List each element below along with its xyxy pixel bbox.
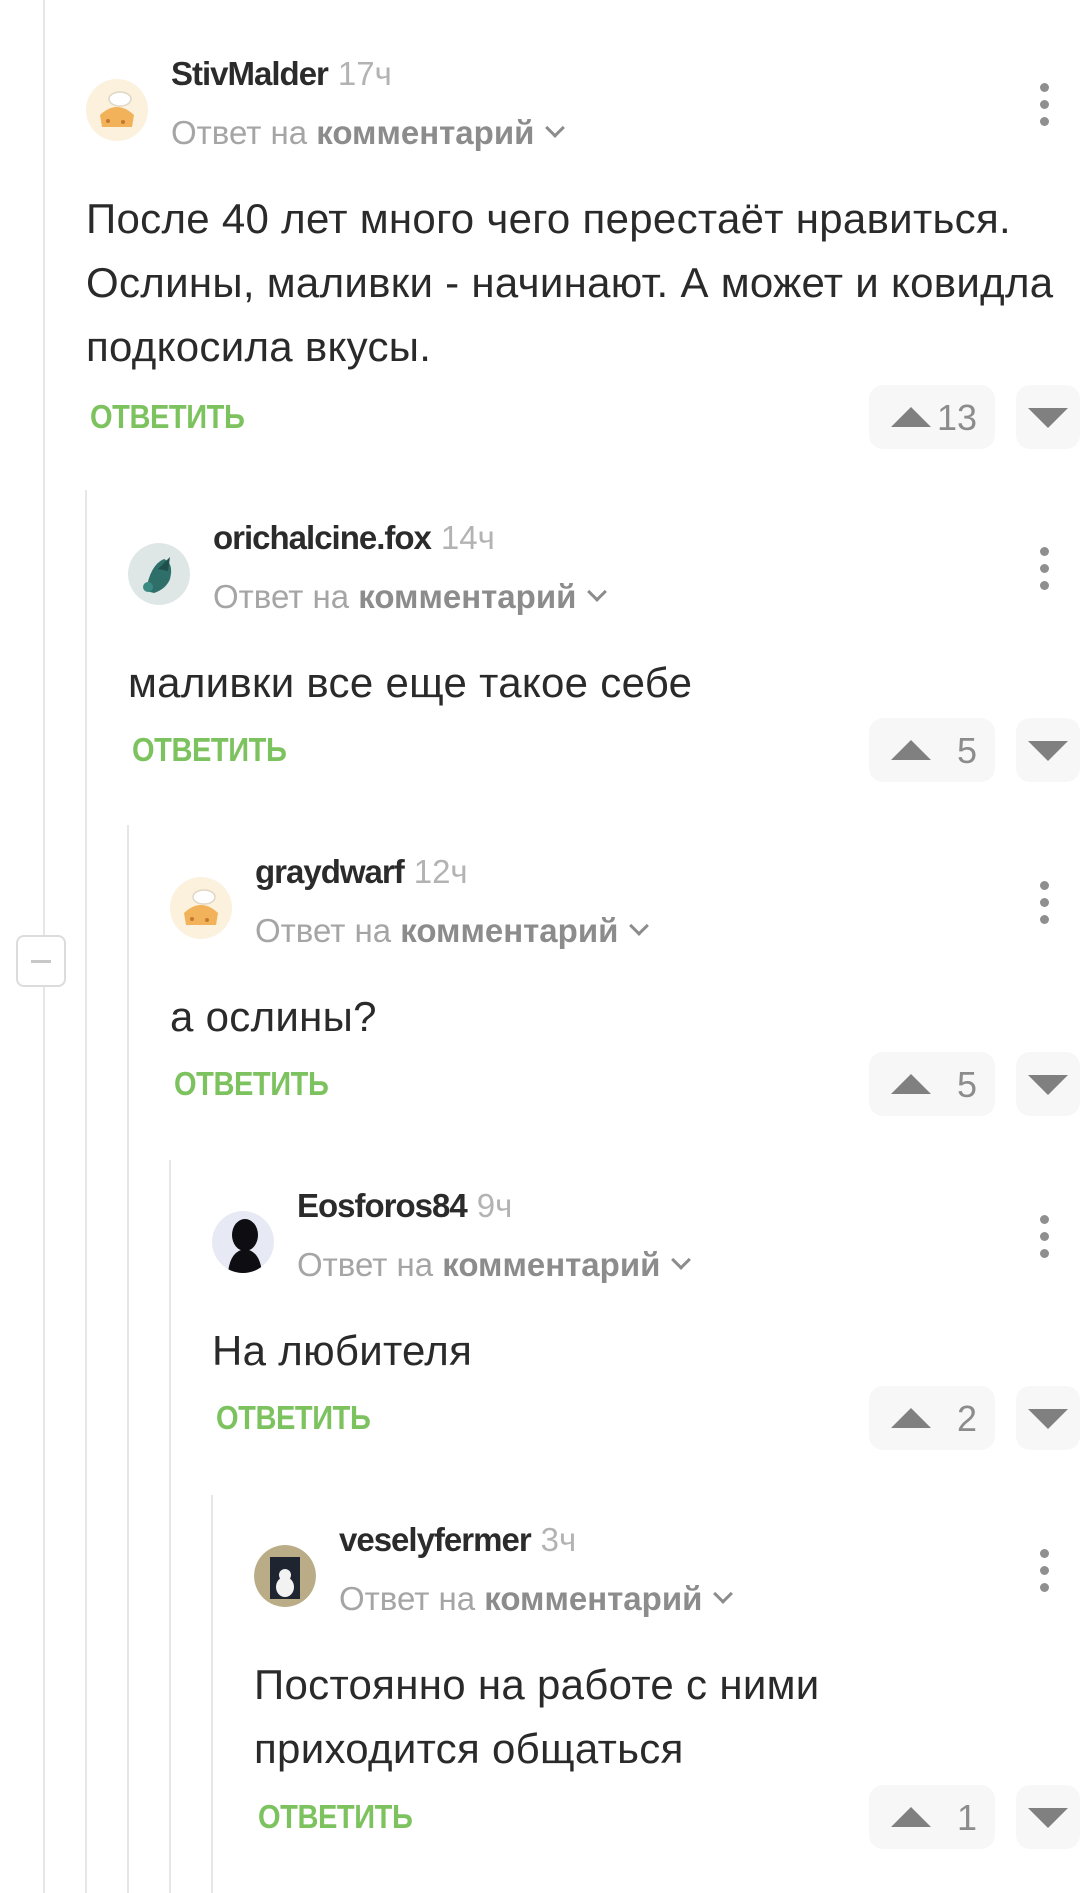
silhouette-avatar[interactable]	[212, 1211, 274, 1273]
upvote-button[interactable]: 5	[869, 718, 995, 782]
author-name[interactable]: Eosforos84 9ч	[297, 1187, 512, 1225]
more-options-icon[interactable]	[1038, 83, 1050, 127]
rating-count: 5	[956, 730, 977, 771]
thread-line	[85, 490, 87, 1893]
more-options-icon[interactable]	[1038, 1215, 1050, 1259]
arrow-down-icon	[1028, 1808, 1068, 1828]
chevron-down-icon	[545, 118, 566, 138]
fox-avatar[interactable]	[128, 543, 190, 605]
comment-time: 12ч	[413, 853, 468, 890]
muffin-avatar[interactable]	[86, 79, 148, 141]
chevron-down-icon	[587, 582, 608, 602]
comment-text: маливки все еще такое себе	[128, 659, 693, 706]
upvote-button[interactable]: 2	[869, 1386, 995, 1450]
arrow-down-icon	[1028, 741, 1068, 761]
collapse-thread-button[interactable]	[16, 935, 66, 987]
comment: orichalcine.fox 14ч Ответ на комментарий …	[128, 519, 1080, 801]
rating-count: 5	[956, 1064, 977, 1105]
comment-time: 17ч	[337, 55, 392, 92]
comment: graydwarf 12ч Ответ на комментарий а осли…	[170, 853, 1080, 1135]
reply-button[interactable]: ОТВЕТИТЬ	[174, 1065, 329, 1103]
more-options-icon[interactable]	[1038, 881, 1050, 925]
arrow-up-icon	[891, 1408, 931, 1428]
thread-line	[211, 1495, 213, 1893]
more-options-icon[interactable]	[1038, 547, 1050, 591]
reply-to-link[interactable]: Ответ на комментарий	[255, 912, 650, 950]
comment: Eosforos84 9ч Ответ на комментарий На люб…	[212, 1187, 1080, 1469]
author-name[interactable]: StivMalder 17ч	[171, 55, 392, 93]
rating-count: 13	[936, 397, 977, 438]
chevron-down-icon	[629, 916, 650, 936]
thread-line	[127, 825, 129, 1893]
arrow-up-icon	[891, 407, 931, 427]
reply-to-link[interactable]: Ответ на комментарий	[213, 578, 608, 616]
upvote-button[interactable]: 13	[869, 385, 995, 449]
arrow-up-icon	[891, 1807, 931, 1827]
downvote-button[interactable]	[1016, 718, 1080, 782]
comment-text: На любителя	[212, 1327, 473, 1374]
reply-to-link[interactable]: Ответ на комментарий	[171, 114, 566, 152]
reply-button[interactable]: ОТВЕТИТЬ	[132, 731, 287, 769]
author-name[interactable]: graydwarf 12ч	[255, 853, 468, 891]
comment-text: После 40 лет много чего перестаёт нравит…	[86, 195, 1054, 370]
arrow-down-icon	[1028, 1409, 1068, 1429]
more-options-icon[interactable]	[1038, 1549, 1050, 1593]
reply-button[interactable]: ОТВЕТИТЬ	[216, 1399, 371, 1437]
arrow-up-icon	[891, 1074, 931, 1094]
reply-to-link[interactable]: Ответ на комментарий	[339, 1580, 734, 1618]
comment: veselyfermer 3ч Ответ на комментарий Пост…	[254, 1521, 1080, 1873]
comment-text: Постоянно на работе с ними приходится об…	[254, 1661, 820, 1772]
arrow-up-icon	[891, 740, 931, 760]
downvote-button[interactable]	[1016, 1785, 1080, 1849]
rating-count: 1	[956, 1797, 977, 1838]
comment-text: а ослины?	[170, 993, 377, 1040]
arrow-down-icon	[1028, 408, 1068, 428]
muffin-avatar[interactable]	[170, 877, 232, 939]
upvote-button[interactable]: 5	[869, 1052, 995, 1116]
reply-to-link[interactable]: Ответ на комментарий	[297, 1246, 692, 1284]
thread-line	[169, 1160, 171, 1893]
reply-button[interactable]: ОТВЕТИТЬ	[258, 1798, 413, 1836]
downvote-button[interactable]	[1016, 1386, 1080, 1450]
comment-time: 3ч	[540, 1521, 577, 1558]
comment-time: 14ч	[440, 519, 495, 556]
downvote-button[interactable]	[1016, 385, 1080, 449]
chevron-down-icon	[671, 1250, 692, 1270]
comment: StivMalder 17ч Ответ на комментарий После…	[86, 55, 1080, 467]
author-name[interactable]: orichalcine.fox 14ч	[213, 519, 495, 557]
rating-count: 2	[956, 1398, 977, 1439]
reply-button[interactable]: ОТВЕТИТЬ	[90, 398, 245, 436]
author-name[interactable]: veselyfermer 3ч	[339, 1521, 576, 1559]
dog-avatar[interactable]	[254, 1545, 316, 1607]
upvote-button[interactable]: 1	[869, 1785, 995, 1849]
downvote-button[interactable]	[1016, 1052, 1080, 1116]
arrow-down-icon	[1028, 1075, 1068, 1095]
chevron-down-icon	[713, 1584, 734, 1604]
comment-time: 9ч	[476, 1187, 513, 1224]
